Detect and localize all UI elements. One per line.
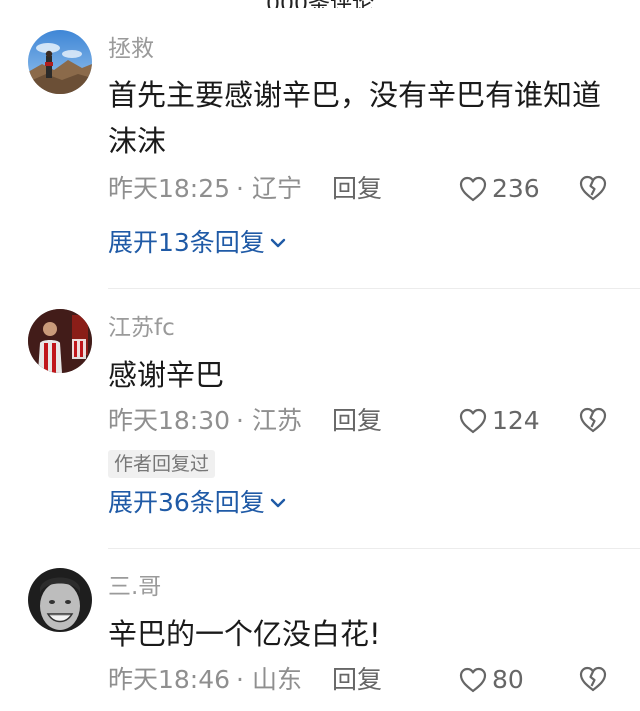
avatar[interactable] [28,30,92,94]
broken-heart-icon [579,666,607,692]
comment-username[interactable]: 江苏fc [108,313,175,343]
like-button[interactable]: 124 [458,404,540,438]
reply-button[interactable]: 回复 [332,172,382,206]
meta-separator: · [236,665,244,694]
like-button[interactable]: 80 [458,663,524,697]
reply-button[interactable]: 回复 [332,404,382,438]
meta-separator: · [236,406,244,435]
dislike-button[interactable] [578,665,608,702]
reply-button[interactable]: 回复 [332,663,382,697]
like-count: 124 [492,406,540,435]
comment-location: 江苏 [252,406,303,435]
expand-replies-link[interactable]: 展开36条回复 [108,486,287,520]
comment-username[interactable]: 拯救 [108,34,154,64]
comment-time: 昨天18:25 [108,174,231,203]
comment-meta: 昨天18:30 · 江苏 回复 124 [108,404,618,438]
chevron-down-icon [270,238,286,248]
meta-separator: · [236,174,244,203]
like-button[interactable]: 236 [458,172,540,206]
heart-icon [459,408,487,434]
avatar[interactable] [28,568,92,632]
comment-text: 首先主要感谢辛巴，没有辛巴有谁知道沫沫 [108,78,602,158]
author-replied-badge: 作者回复过 [108,450,216,478]
like-count: 236 [492,174,540,203]
heart-icon [459,176,487,202]
expand-replies-link[interactable]: 展开13条回复 [108,226,287,260]
expand-replies-label: 展开13条回复 [108,228,265,257]
comment-location: 山东 [252,665,303,694]
broken-heart-icon [579,175,607,201]
dislike-button[interactable] [578,174,608,211]
expand-replies-label: 展开36条回复 [108,488,265,517]
comments-header-title: 000条评论 [0,0,640,8]
chevron-down-icon [270,498,286,508]
heart-icon [459,667,487,693]
comment-meta: 昨天18:46 · 山东 回复 80 [108,663,618,697]
comment-divider [108,288,640,289]
comment-meta: 昨天18:25 · 辽宁 回复 236 [108,172,618,206]
comment-text: 感谢辛巴 [108,358,225,392]
avatar[interactable] [28,309,92,373]
comment-text: 辛巴的一个亿没白花! [108,617,381,651]
dislike-button[interactable] [578,406,608,443]
comment-location: 辽宁 [252,174,303,203]
comment-username[interactable]: 三.哥 [108,572,161,602]
like-count: 80 [492,665,524,694]
broken-heart-icon [579,407,607,433]
comment-divider [108,548,640,549]
comment-time: 昨天18:30 [108,406,231,435]
comment-time: 昨天18:46 [108,665,231,694]
